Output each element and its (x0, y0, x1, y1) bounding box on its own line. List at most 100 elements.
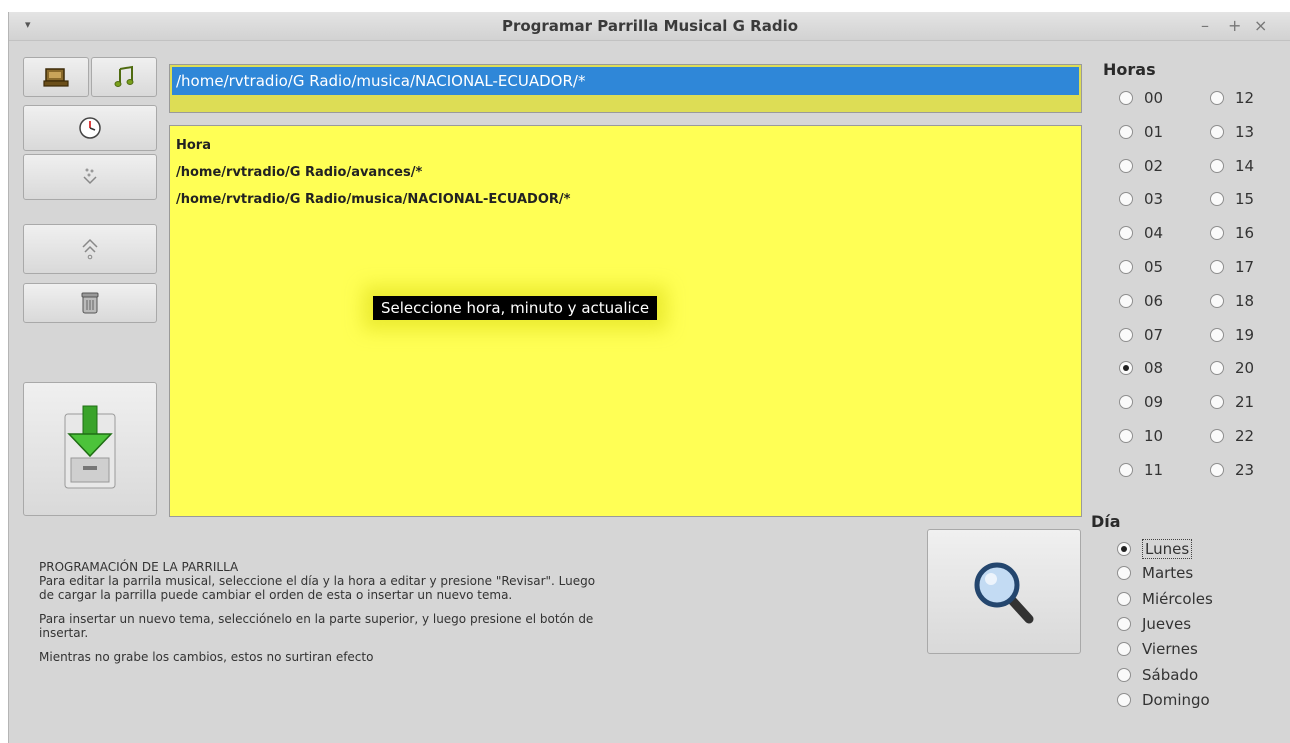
radio-button[interactable] (1210, 361, 1224, 376)
radio-button[interactable] (1119, 293, 1133, 308)
hour-radio-14[interactable]: 14 (1210, 157, 1254, 175)
radio-button[interactable] (1119, 260, 1133, 274)
save-button[interactable] (23, 382, 157, 516)
radio-button[interactable] (1210, 226, 1224, 241)
day-label: Lunes (1142, 539, 1193, 559)
radio-button[interactable] (1210, 260, 1224, 274)
open-folder-button[interactable] (23, 57, 89, 97)
help-paragraph-2: Para insertar un nuevo tema, selecciónel… (39, 612, 594, 640)
radio-button[interactable] (1117, 642, 1131, 657)
radio-button[interactable] (1210, 462, 1224, 477)
schedule-list[interactable]: Hora /home/rvtradio/G Radio/avances/* /h… (169, 125, 1082, 517)
radio-button[interactable] (1119, 158, 1133, 173)
hour-radio-18[interactable]: 18 (1210, 292, 1254, 310)
hour-radio-09[interactable]: 09 (1119, 393, 1163, 411)
radio-button[interactable] (1210, 124, 1224, 139)
insert-button[interactable] (23, 154, 157, 200)
hour-label: 19 (1235, 325, 1255, 344)
hour-label: 09 (1144, 393, 1164, 412)
hour-radio-15[interactable]: 15 (1210, 190, 1254, 208)
hour-radio-17[interactable]: 17 (1210, 258, 1254, 276)
radio-button[interactable] (1119, 192, 1133, 207)
day-radio-martes[interactable]: Martes (1117, 564, 1193, 582)
radio-button[interactable] (1119, 226, 1133, 241)
radio-button[interactable] (1117, 692, 1131, 707)
review-button[interactable] (927, 529, 1081, 654)
hour-label: 06 (1144, 291, 1164, 310)
delete-button[interactable] (23, 283, 157, 323)
radio-button[interactable] (1119, 91, 1133, 105)
radio-button[interactable] (1117, 591, 1131, 606)
hour-label: 14 (1235, 156, 1255, 175)
day-radio-jueves[interactable]: Jueves (1117, 615, 1191, 633)
hour-radio-06[interactable]: 06 (1119, 292, 1163, 310)
hour-radio-11[interactable]: 11 (1119, 461, 1163, 479)
hour-radio-23[interactable]: 23 (1210, 461, 1254, 479)
day-radio-miércoles[interactable]: Miércoles (1117, 590, 1213, 608)
radio-button[interactable] (1119, 429, 1133, 443)
close-button[interactable]: × (1254, 16, 1267, 35)
music-note-icon (114, 65, 134, 87)
hour-radio-04[interactable]: 04 (1119, 224, 1163, 242)
hour-radio-19[interactable]: 19 (1210, 326, 1254, 344)
day-label: Martes (1142, 564, 1194, 583)
hour-radio-00[interactable]: 00 (1119, 89, 1163, 107)
hour-label: 08 (1144, 359, 1164, 378)
hour-radio-02[interactable]: 02 (1119, 157, 1163, 175)
radio-button[interactable] (1119, 327, 1133, 342)
hour-label: 12 (1235, 89, 1255, 107)
day-radio-viernes[interactable]: Viernes (1117, 640, 1198, 658)
radio-button[interactable] (1117, 616, 1131, 631)
hour-radio-13[interactable]: 13 (1210, 123, 1254, 141)
radio-button[interactable] (1117, 566, 1131, 581)
radio-button[interactable] (1119, 124, 1133, 139)
hour-radio-10[interactable]: 10 (1119, 427, 1163, 445)
day-radio-domingo[interactable]: Domingo (1117, 691, 1210, 709)
hour-radio-03[interactable]: 03 (1119, 190, 1163, 208)
title-bar[interactable]: ▾ Programar Parrilla Musical G Radio – +… (9, 12, 1290, 41)
hour-radio-01[interactable]: 01 (1119, 123, 1163, 141)
list-item[interactable]: /home/rvtradio/G Radio/musica/NACIONAL-E… (176, 186, 1075, 213)
radio-button[interactable] (1210, 293, 1224, 308)
day-radio-sábado[interactable]: Sábado (1117, 666, 1198, 684)
radio-button[interactable] (1210, 327, 1224, 342)
update-time-button[interactable] (23, 105, 157, 151)
help-heading: PROGRAMACIÓN DE LA PARRILLA (39, 560, 239, 574)
music-button[interactable] (91, 57, 157, 97)
hour-radio-20[interactable]: 20 (1210, 359, 1254, 377)
radio-button[interactable] (1119, 462, 1133, 477)
minimize-button[interactable]: – (1201, 16, 1209, 35)
radio-button[interactable] (1210, 395, 1224, 410)
list-item[interactable]: /home/rvtradio/G Radio/avances/* (176, 159, 1075, 186)
radio-button[interactable] (1117, 667, 1131, 682)
hour-label: 15 (1235, 190, 1255, 209)
radio-button[interactable] (1210, 192, 1224, 207)
day-label: Viernes (1142, 640, 1198, 659)
hour-radio-05[interactable]: 05 (1119, 258, 1163, 276)
radio-button[interactable] (1117, 542, 1131, 556)
selected-path[interactable]: /home/rvtradio/G Radio/musica/NACIONAL-E… (172, 67, 1079, 95)
path-selector[interactable]: /home/rvtradio/G Radio/musica/NACIONAL-E… (169, 64, 1082, 113)
help-paragraph-1: Para editar la parrila musical, seleccio… (39, 574, 596, 602)
move-up-button[interactable] (23, 224, 157, 274)
radio-button[interactable] (1210, 158, 1224, 173)
hour-radio-22[interactable]: 22 (1210, 427, 1254, 445)
day-title: Día (1091, 512, 1121, 531)
hour-radio-12[interactable]: 12 (1210, 89, 1254, 107)
radio-button[interactable] (1210, 91, 1224, 105)
clock-icon (79, 117, 101, 139)
hour-radio-08[interactable]: 08 (1119, 359, 1163, 377)
hour-label: 00 (1144, 89, 1164, 107)
hour-label: 18 (1235, 291, 1255, 310)
maximize-button[interactable]: + (1228, 16, 1241, 35)
hour-label: 02 (1144, 156, 1164, 175)
list-item[interactable]: Hora (176, 132, 1075, 159)
day-radio-lunes[interactable]: Lunes (1117, 539, 1193, 559)
hour-radio-21[interactable]: 21 (1210, 393, 1254, 411)
radio-button[interactable] (1119, 395, 1133, 410)
hour-radio-07[interactable]: 07 (1119, 326, 1163, 344)
radio-button[interactable] (1119, 361, 1133, 376)
move-up-icon (82, 238, 98, 260)
hour-radio-16[interactable]: 16 (1210, 224, 1254, 242)
radio-button[interactable] (1210, 429, 1224, 443)
